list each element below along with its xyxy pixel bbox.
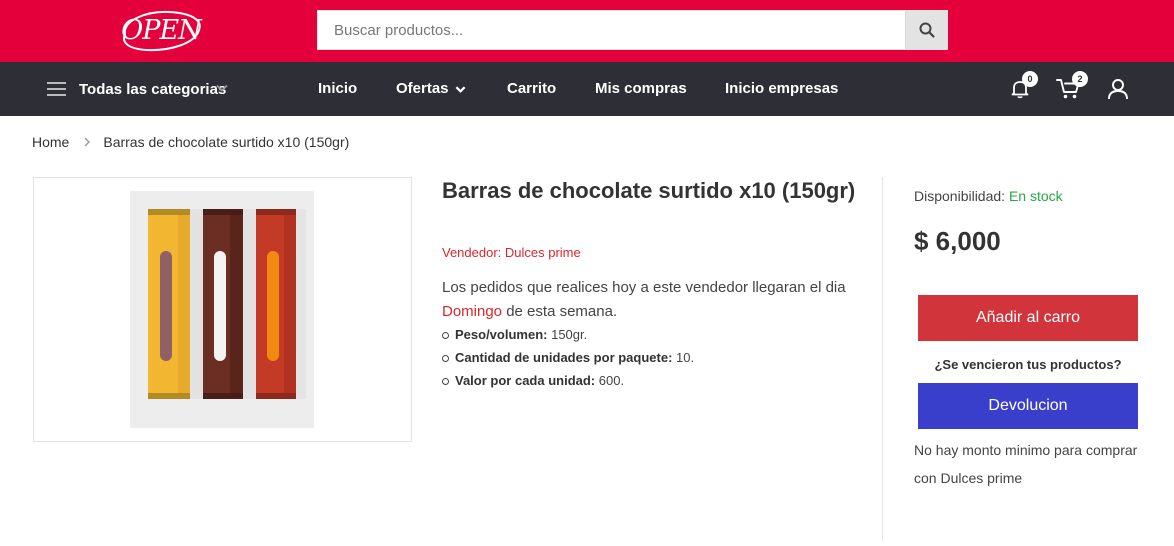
sidebar-divider [882, 177, 883, 541]
chevron-right-icon [84, 137, 91, 147]
add-to-cart-button[interactable]: Añadir al carro [918, 295, 1138, 341]
nav-inicio[interactable]: Inicio [318, 62, 357, 116]
menu-icon [47, 82, 66, 96]
search-button[interactable] [905, 11, 947, 49]
all-categories-dropdown[interactable]: Todas las categorias [47, 62, 226, 116]
top-header: OPEN [0, 0, 1174, 62]
spec-label: Peso/volumen: [455, 327, 548, 342]
search-bar [317, 10, 948, 50]
nav-inicio-empresas[interactable]: Inicio empresas [725, 62, 838, 116]
chocolate-bars-image [130, 191, 314, 428]
delivery-suffix: de esta semana. [506, 303, 618, 320]
product-image[interactable] [33, 177, 412, 442]
categories-label: Todas las categorias [79, 80, 227, 98]
product-price: $ 6,000 [914, 226, 1001, 256]
search-input[interactable] [318, 11, 906, 49]
account-button[interactable] [1103, 74, 1133, 104]
search-icon [919, 22, 935, 38]
chevron-down-icon [216, 84, 228, 92]
spec-item: Peso/volumen: 150gr. [442, 323, 694, 346]
delivery-day: Domingo [442, 303, 503, 320]
user-icon [1108, 79, 1128, 100]
spec-item: Cantidad de unidades por paquete: 10. [442, 346, 694, 369]
breadcrumb: Home Barras de chocolate surtido x10 (15… [32, 134, 349, 150]
spec-label: Cantidad de unidades por paquete: [455, 350, 673, 365]
nav-carrito[interactable]: Carrito [507, 62, 556, 116]
return-button[interactable]: Devolucion [918, 383, 1138, 429]
minimum-order-note: No hay monto minimo para comprar con Dul… [914, 442, 1138, 486]
nav-ofertas-label: Ofertas [396, 80, 449, 97]
availability-status: En stock [1008, 188, 1063, 204]
logo-text: OPEN [121, 15, 202, 46]
product-title: Barras de chocolate surtido x10 (150gr) [442, 178, 856, 203]
nav-mis-compras[interactable]: Mis compras [595, 62, 687, 116]
availability: Disponibilidad: En stock [914, 188, 1063, 204]
chevron-down-icon [455, 85, 465, 93]
breadcrumb-home[interactable]: Home [32, 134, 69, 150]
availability-label: Disponibilidad: [914, 188, 1006, 204]
main-nav: Todas las categorias Inicio Ofertas Carr… [0, 62, 1174, 116]
delivery-text: Los pedidos que realices hoy a este vend… [442, 279, 846, 296]
spec-value: 150gr. [551, 327, 588, 342]
breadcrumb-current: Barras de chocolate surtido x10 (150gr) [103, 134, 350, 150]
expired-products-question: ¿Se vencieron tus productos? [934, 357, 1122, 372]
delivery-description: Los pedidos que realices hoy a este vend… [442, 276, 862, 324]
spec-item: Valor por cada unidad: 600. [442, 369, 694, 392]
nav-ofertas[interactable]: Ofertas [396, 62, 466, 116]
spec-value: 10. [676, 350, 695, 365]
spec-value: 600. [598, 373, 625, 388]
spec-label: Valor por cada unidad: [455, 373, 596, 388]
seller-link[interactable]: Vendedor: Dulces prime [442, 245, 581, 260]
open-logo[interactable]: OPEN [117, 8, 205, 54]
product-specs: Peso/volumen: 150gr. Cantidad de unidade… [442, 323, 694, 392]
notifications-badge: 0 [1022, 71, 1038, 87]
cart-badge: 2 [1072, 71, 1088, 87]
